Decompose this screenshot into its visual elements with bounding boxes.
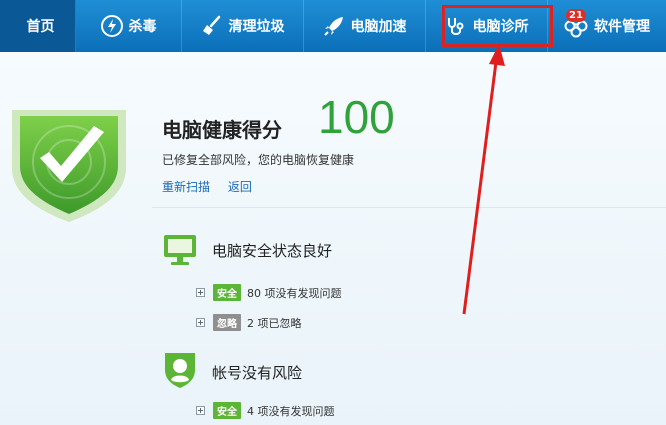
rocket-icon (323, 15, 345, 37)
nav-cleanup[interactable]: 清理垃圾 (182, 0, 304, 52)
nav-software-label: 软件管理 (594, 19, 650, 35)
account-shield-icon (162, 350, 198, 394)
nav-antivirus[interactable]: 杀毒 (76, 0, 182, 52)
nav-speedup-label: 电脑加速 (350, 19, 407, 35)
row-text: 2 项已忽略 (247, 316, 302, 330)
list-item[interactable]: 忽略 2 项已忽略 (196, 314, 302, 331)
broom-icon (201, 15, 223, 37)
expand-icon[interactable] (196, 406, 205, 415)
list-item[interactable]: 安全 4 项没有发现问题 (196, 402, 335, 419)
rescan-link[interactable]: 重新扫描 (162, 180, 210, 194)
health-score-description: 已修复全部风险，您的电脑恢复健康 (162, 153, 355, 167)
annotation-highlight-box (442, 5, 553, 47)
lightning-shield-icon (100, 15, 123, 37)
nav-software[interactable]: 21 软件管理 (548, 0, 666, 52)
health-shield-icon (6, 106, 132, 228)
status-badge-safe: 安全 (213, 402, 241, 419)
nav-speedup[interactable]: 电脑加速 (304, 0, 426, 52)
nav-home[interactable]: 首页 (0, 0, 76, 52)
expand-icon[interactable] (196, 288, 205, 297)
nav-cleanup-label: 清理垃圾 (228, 19, 285, 35)
status-badge-safe: 安全 (213, 284, 241, 301)
health-score-title: 电脑健康得分 (162, 118, 282, 142)
back-link[interactable]: 返回 (228, 180, 252, 194)
top-navigation: 首页 杀毒 清理垃圾 电脑加速 电脑诊所 21 软件管理 (0, 0, 666, 52)
health-score-value: 100 (318, 91, 395, 143)
software-update-badge: 21 (566, 9, 586, 22)
expand-icon[interactable] (196, 318, 205, 327)
nav-home-label: 首页 (26, 19, 55, 35)
action-links: 重新扫描 返回 (162, 178, 266, 195)
monitor-icon (162, 232, 198, 272)
status-badge-ignored: 忽略 (213, 314, 241, 331)
section-title-account: 帐号没有风险 (212, 364, 303, 382)
list-item[interactable]: 安全 80 项没有发现问题 (196, 284, 342, 301)
nav-antivirus-label: 杀毒 (128, 19, 157, 35)
section-divider (152, 207, 666, 208)
section-title-security: 电脑安全状态良好 (212, 242, 333, 260)
row-text: 4 项没有发现问题 (247, 404, 335, 418)
row-text: 80 项没有发现问题 (247, 286, 342, 300)
